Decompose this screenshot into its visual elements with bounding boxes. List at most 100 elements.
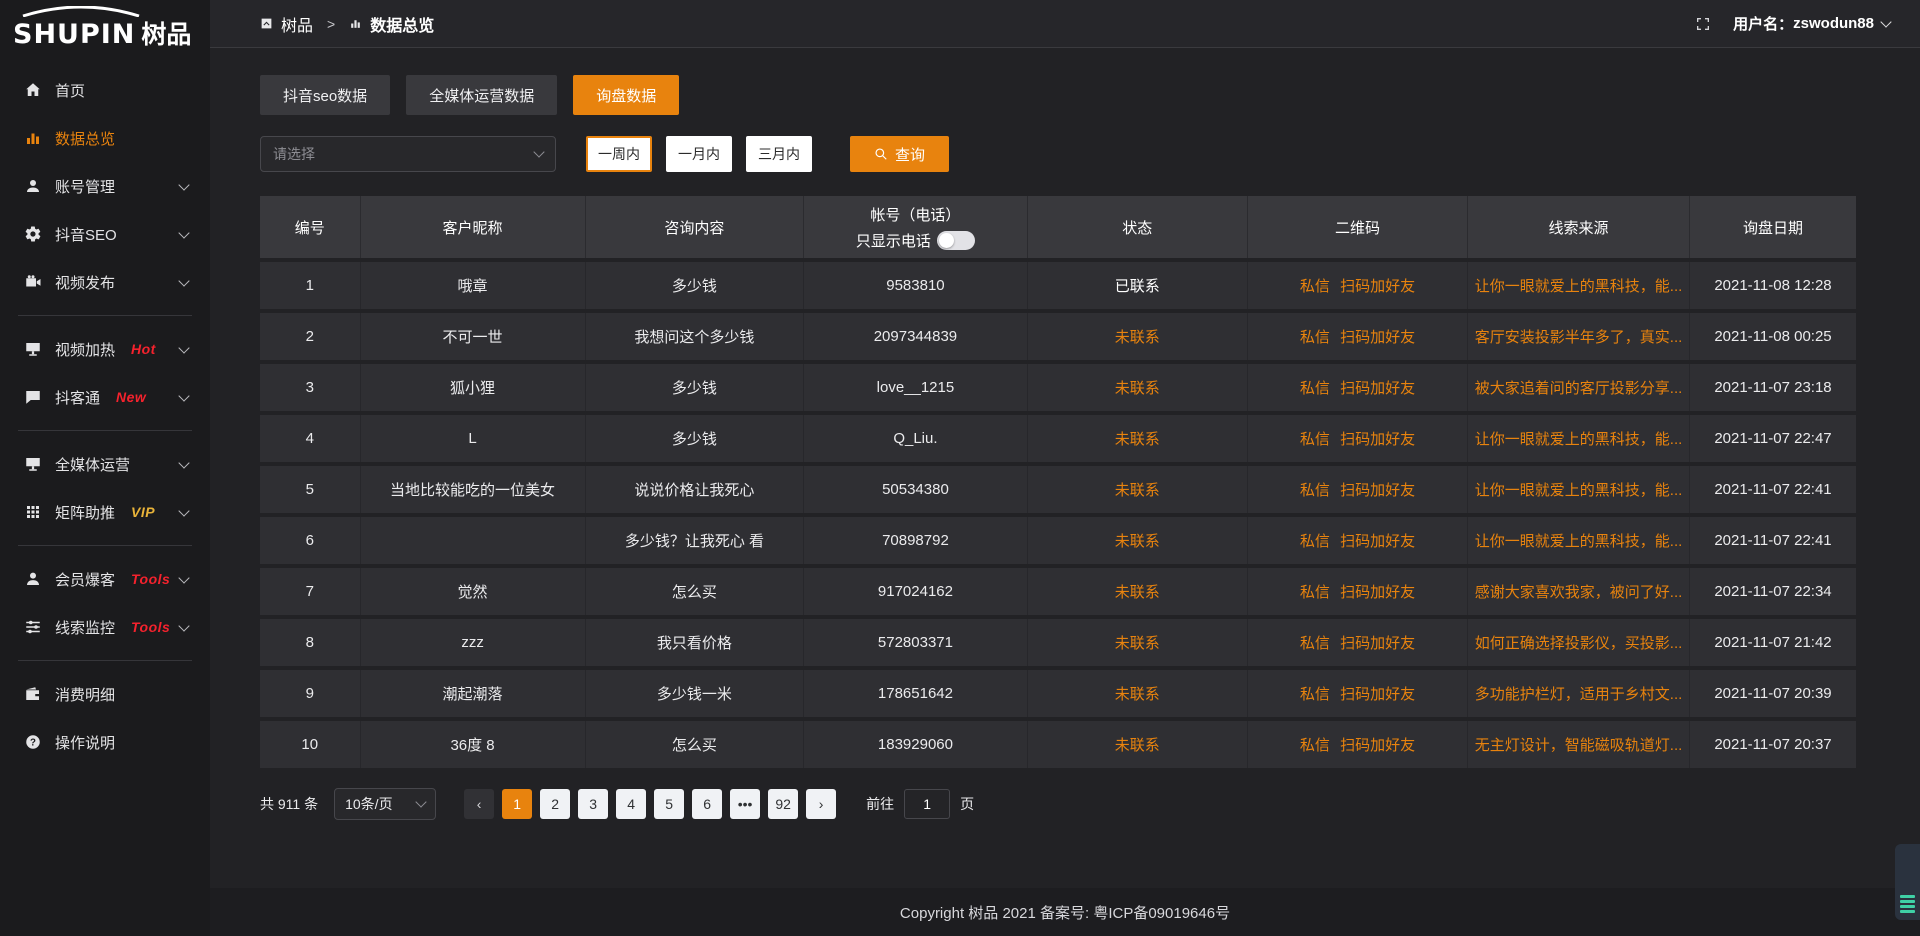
- sidebar-item-label: 账号管理: [55, 176, 115, 197]
- table-row: 9 潮起潮落 多少钱一米 178651642 未联系 私信 扫码加好友 多功能护…: [260, 670, 1856, 717]
- private-message-link[interactable]: 私信: [1300, 635, 1330, 652]
- cell-nickname: 觉然: [361, 568, 586, 615]
- cell-source[interactable]: 让你一眼就爱上的黑科技，能...: [1468, 517, 1690, 564]
- cell-qrcode: 私信 扫码加好友: [1248, 619, 1468, 666]
- private-message-link[interactable]: 私信: [1300, 278, 1330, 295]
- cell-content: 多少钱一米: [586, 670, 805, 717]
- goto-page-input[interactable]: [904, 789, 950, 819]
- cell-content: 多少钱？让我死心 看: [586, 517, 805, 564]
- sidebar-item-omnimedia-operation[interactable]: 全媒体运营: [0, 440, 210, 488]
- scan-add-friend-link[interactable]: 扫码加好友: [1340, 584, 1415, 601]
- time-filter-button[interactable]: 三月内: [746, 136, 812, 172]
- private-message-link[interactable]: 私信: [1300, 737, 1330, 754]
- cell-source[interactable]: 让你一眼就爱上的黑科技，能...: [1468, 415, 1690, 462]
- private-message-link[interactable]: 私信: [1300, 329, 1330, 346]
- sidebar-item-douketong[interactable]: 抖客通 New: [0, 373, 210, 421]
- user-menu[interactable]: 用户名： zswodun88: [1733, 13, 1890, 34]
- scan-add-friend-link[interactable]: 扫码加好友: [1340, 329, 1415, 346]
- table-row: 3 狐小狸 多少钱 love__1215 未联系 私信 扫码加好友 被大家追着问…: [260, 364, 1856, 411]
- sidebar-item-leads-monitor[interactable]: 线索监控 Tools: [0, 603, 210, 651]
- logo-text-en: SHUPIN: [13, 19, 135, 50]
- home-icon: [24, 81, 42, 99]
- page-size-select[interactable]: 10条/页: [334, 788, 436, 820]
- tab-button[interactable]: 询盘数据: [573, 75, 679, 115]
- cell-id: 8: [260, 619, 361, 666]
- scan-add-friend-link[interactable]: 扫码加好友: [1340, 635, 1415, 652]
- sidebar-item-expense-detail[interactable]: 消费明细: [0, 670, 210, 718]
- chevron-down-icon: [180, 280, 188, 285]
- scan-add-friend-link[interactable]: 扫码加好友: [1340, 686, 1415, 703]
- gear-icon: [24, 225, 42, 243]
- sidebar-item-account-management[interactable]: 账号管理: [0, 162, 210, 210]
- cell-source[interactable]: 客厅安装投影半年多了，真实...: [1468, 313, 1690, 360]
- wallet-icon: [24, 685, 42, 703]
- tab-button[interactable]: 抖音seo数据: [260, 75, 390, 115]
- page-size-value: 10条/页: [345, 794, 392, 814]
- breadcrumb: 树品 > 数据总览: [260, 12, 434, 36]
- cell-source[interactable]: 无主灯设计，智能磁吸轨道灯...: [1468, 721, 1690, 768]
- page-button[interactable]: •••: [730, 789, 760, 819]
- time-filter-button[interactable]: 一周内: [586, 136, 652, 172]
- scan-add-friend-link[interactable]: 扫码加好友: [1340, 737, 1415, 754]
- time-filter-button[interactable]: 一月内: [666, 136, 732, 172]
- cell-source[interactable]: 如何正确选择投影仪，买投影...: [1468, 619, 1690, 666]
- person-icon: [24, 570, 42, 588]
- tab-button[interactable]: 全媒体运营数据: [406, 75, 557, 115]
- phone-only-toggle[interactable]: [937, 231, 975, 250]
- search-button[interactable]: 查询: [850, 136, 949, 172]
- cell-source[interactable]: 让你一眼就爱上的黑科技，能...: [1468, 262, 1690, 309]
- private-message-link[interactable]: 私信: [1300, 533, 1330, 550]
- breadcrumb-root[interactable]: 树品: [281, 12, 313, 36]
- scan-add-friend-link[interactable]: 扫码加好友: [1340, 533, 1415, 550]
- page-button[interactable]: 3: [578, 789, 608, 819]
- cell-source[interactable]: 多功能护栏灯，适用于乡村文...: [1468, 670, 1690, 717]
- cell-source[interactable]: 让你一眼就爱上的黑科技，能...: [1468, 466, 1690, 513]
- sidebar-item-matrix-boost[interactable]: 矩阵助推 VIP: [0, 488, 210, 536]
- sidebar-item-douyin-seo[interactable]: 抖音SEO: [0, 210, 210, 258]
- grid-icon: [24, 503, 42, 521]
- bar-chart-icon: [349, 17, 362, 30]
- cell-account: Q_Liu.: [804, 415, 1027, 462]
- sidebar-divider: [18, 430, 192, 431]
- sidebar-item-video-publish[interactable]: 视频发布: [0, 258, 210, 306]
- next-page-button[interactable]: ›: [806, 789, 836, 819]
- private-message-link[interactable]: 私信: [1300, 686, 1330, 703]
- private-message-link[interactable]: 私信: [1300, 584, 1330, 601]
- prev-page-button[interactable]: ‹: [464, 789, 494, 819]
- page-button[interactable]: 6: [692, 789, 722, 819]
- private-message-link[interactable]: 私信: [1300, 380, 1330, 397]
- cell-content: 怎么买: [586, 721, 805, 768]
- bar-chart-icon: [24, 129, 42, 147]
- fullscreen-icon[interactable]: [1695, 16, 1711, 32]
- sidebar-item-data-overview[interactable]: 数据总览: [0, 114, 210, 162]
- cell-date: 2021-11-07 22:47: [1690, 415, 1856, 462]
- page-button[interactable]: 2: [540, 789, 570, 819]
- scan-add-friend-link[interactable]: 扫码加好友: [1340, 431, 1415, 448]
- page-button[interactable]: 92: [768, 789, 798, 819]
- toggle-knob: [939, 233, 954, 248]
- filter-select[interactable]: 请选择: [260, 136, 556, 172]
- cell-status: 未联系: [1028, 619, 1248, 666]
- goto-suffix: 页: [960, 794, 974, 814]
- page-button[interactable]: 1: [502, 789, 532, 819]
- page-button[interactable]: 5: [654, 789, 684, 819]
- scan-add-friend-link[interactable]: 扫码加好友: [1340, 278, 1415, 295]
- sidebar-item-video-heating[interactable]: 视频加热 Hot: [0, 325, 210, 373]
- cell-source[interactable]: 被大家追着问的客厅投影分享...: [1468, 364, 1690, 411]
- cell-date: 2021-11-08 12:28: [1690, 262, 1856, 309]
- scan-add-friend-link[interactable]: 扫码加好友: [1340, 482, 1415, 499]
- column-header-status: 状态: [1028, 196, 1248, 258]
- scan-add-friend-link[interactable]: 扫码加好友: [1340, 380, 1415, 397]
- chevron-down-icon: [417, 802, 425, 806]
- cell-source[interactable]: 感谢大家喜欢我家，被问了好...: [1468, 568, 1690, 615]
- sidebar-item-instructions[interactable]: 操作说明: [0, 718, 210, 766]
- private-message-link[interactable]: 私信: [1300, 431, 1330, 448]
- cell-status: 未联系: [1028, 313, 1248, 360]
- sidebar-item-member-burst[interactable]: 会员爆客 Tools: [0, 555, 210, 603]
- private-message-link[interactable]: 私信: [1300, 482, 1330, 499]
- sidebar-item-home[interactable]: 首页: [0, 66, 210, 114]
- page-button[interactable]: 4: [616, 789, 646, 819]
- column-header-qrcode: 二维码: [1248, 196, 1468, 258]
- floating-widget[interactable]: [1895, 844, 1920, 920]
- cell-date: 2021-11-08 00:25: [1690, 313, 1856, 360]
